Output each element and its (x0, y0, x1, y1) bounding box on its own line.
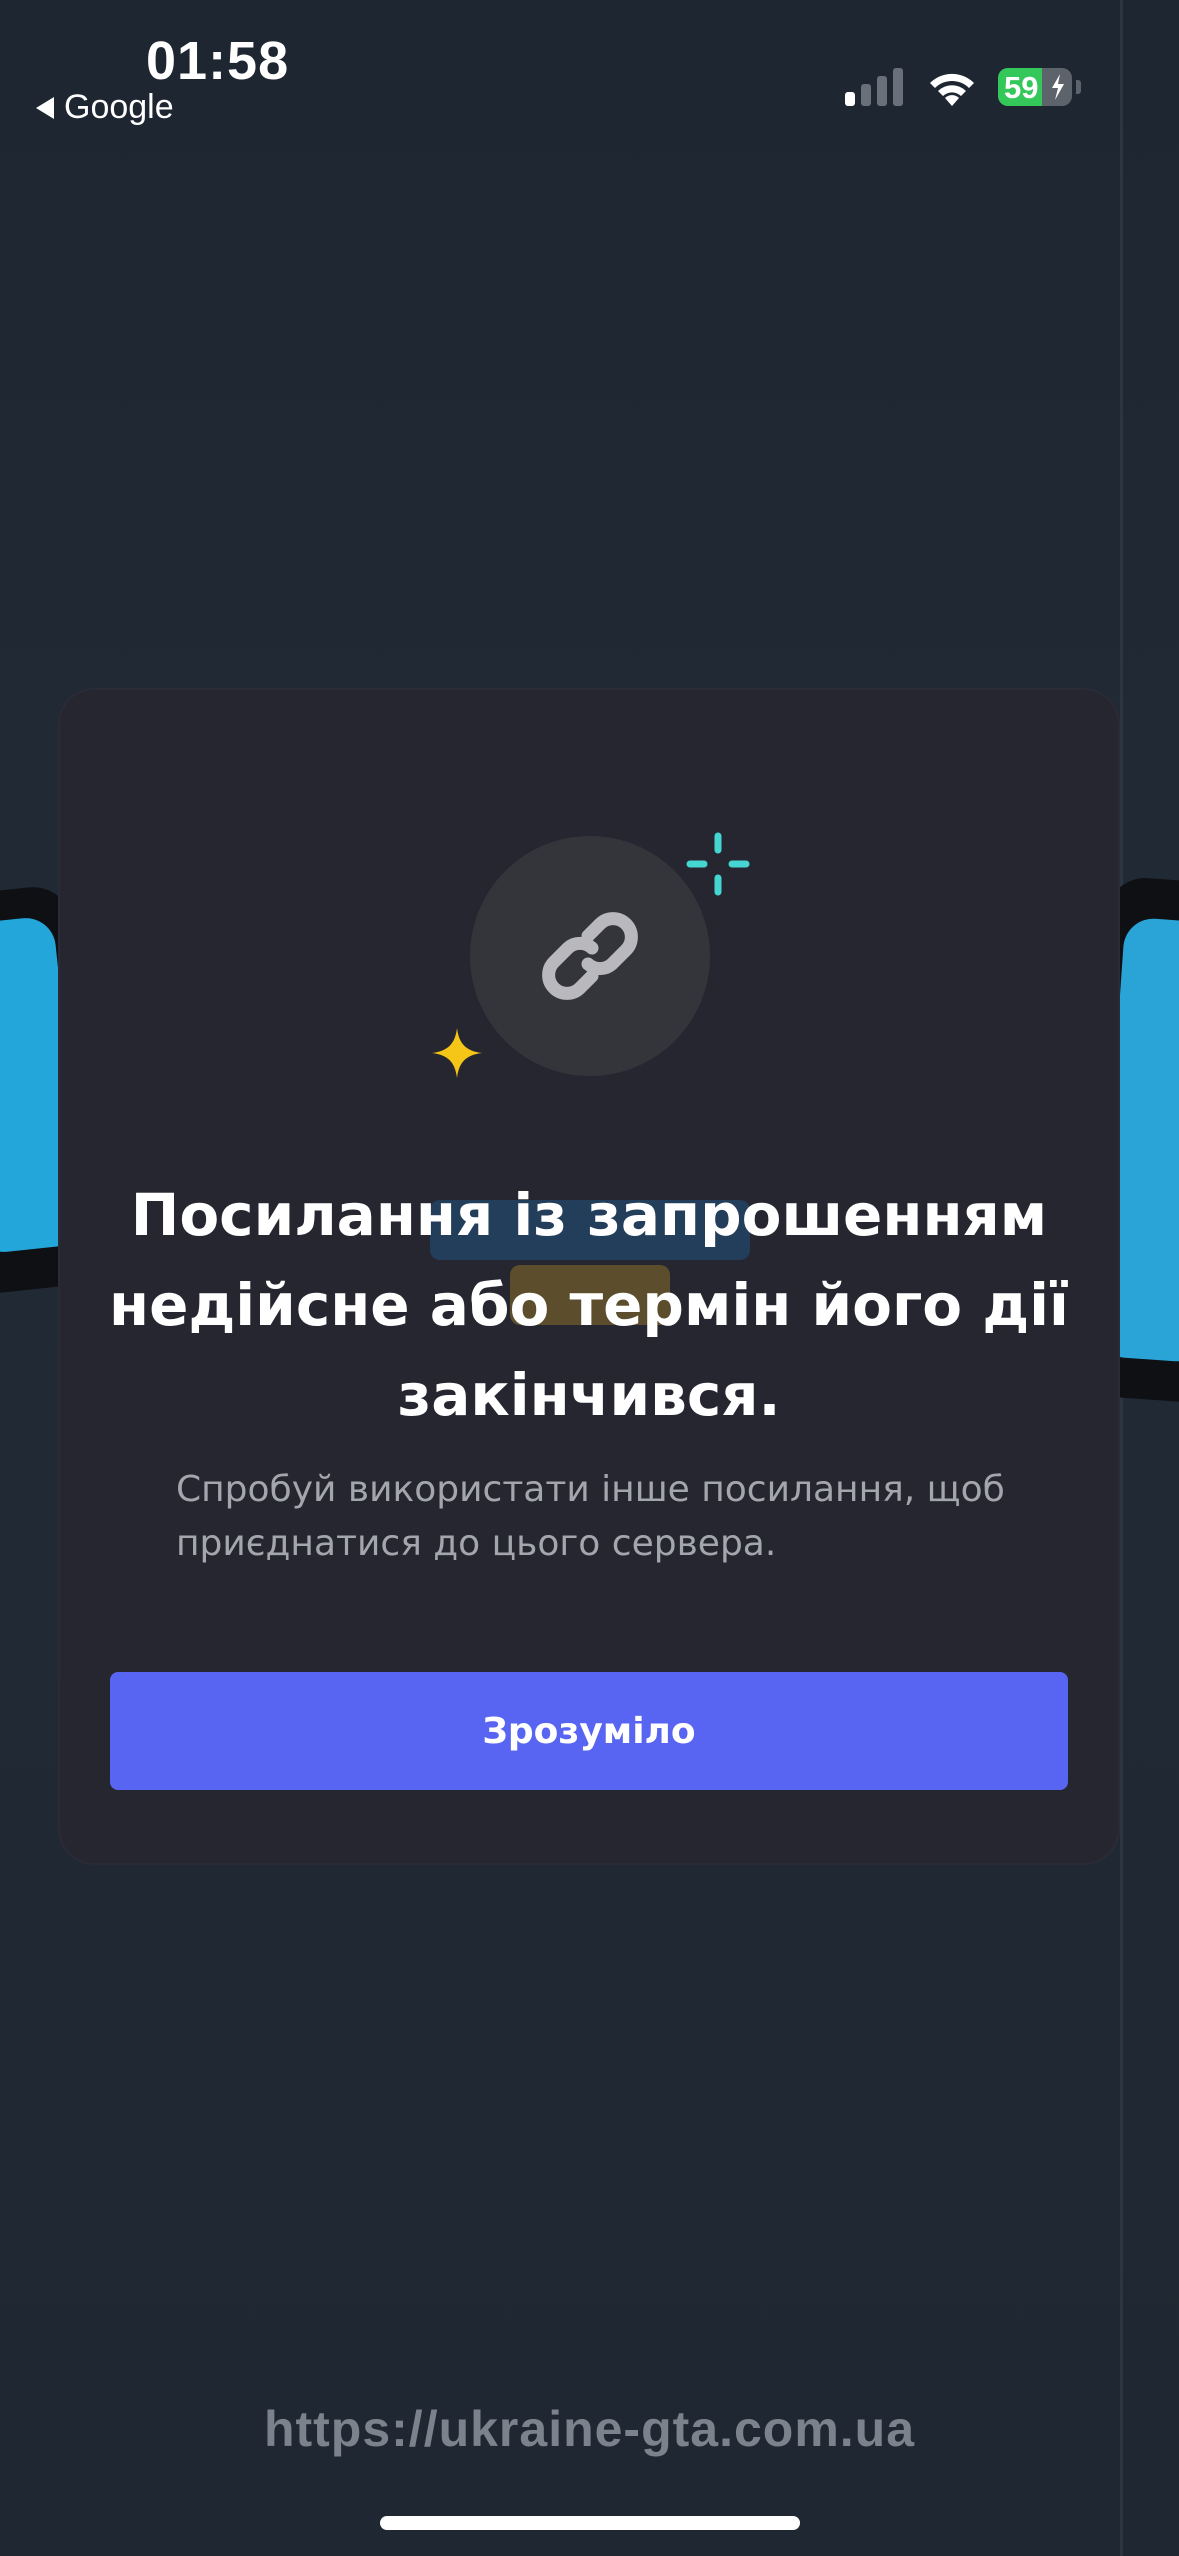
modal-subtitle: Спробуй використати інше посилання, щоб … (176, 1469, 1005, 1564)
back-to-app-link[interactable]: Google (36, 88, 174, 127)
signal-bar (893, 68, 903, 106)
back-app-label: Google (64, 88, 174, 126)
modal-title: Посилання із запрошенням недійсне або те… (109, 1181, 1069, 1429)
cellular-signal-icon (845, 66, 903, 106)
charging-bolt-icon (1052, 74, 1064, 100)
signal-bar (861, 84, 871, 106)
battery-percent: 59 (1004, 70, 1039, 105)
signal-bar (877, 76, 887, 106)
home-indicator[interactable] (380, 2516, 800, 2530)
battery-cap (1076, 80, 1081, 94)
back-arrow-icon (36, 96, 54, 119)
screen: 01:58 Google 59 Посилання із запрошенням… (0, 0, 1179, 2556)
link-icon-container (470, 836, 710, 1076)
sparkle-teal-icon (686, 832, 750, 896)
wifi-icon (930, 73, 974, 106)
got-it-button[interactable]: Зрозуміло (110, 1672, 1068, 1790)
sparkle-yellow-icon (432, 1028, 482, 1078)
status-time: 01:58 (146, 31, 290, 91)
watermark-url: https://ukraine-gta.com.ua (263, 2401, 916, 2457)
link-icon (542, 912, 638, 1000)
signal-bar (845, 92, 855, 106)
battery-indicator: 59 (998, 68, 1072, 106)
